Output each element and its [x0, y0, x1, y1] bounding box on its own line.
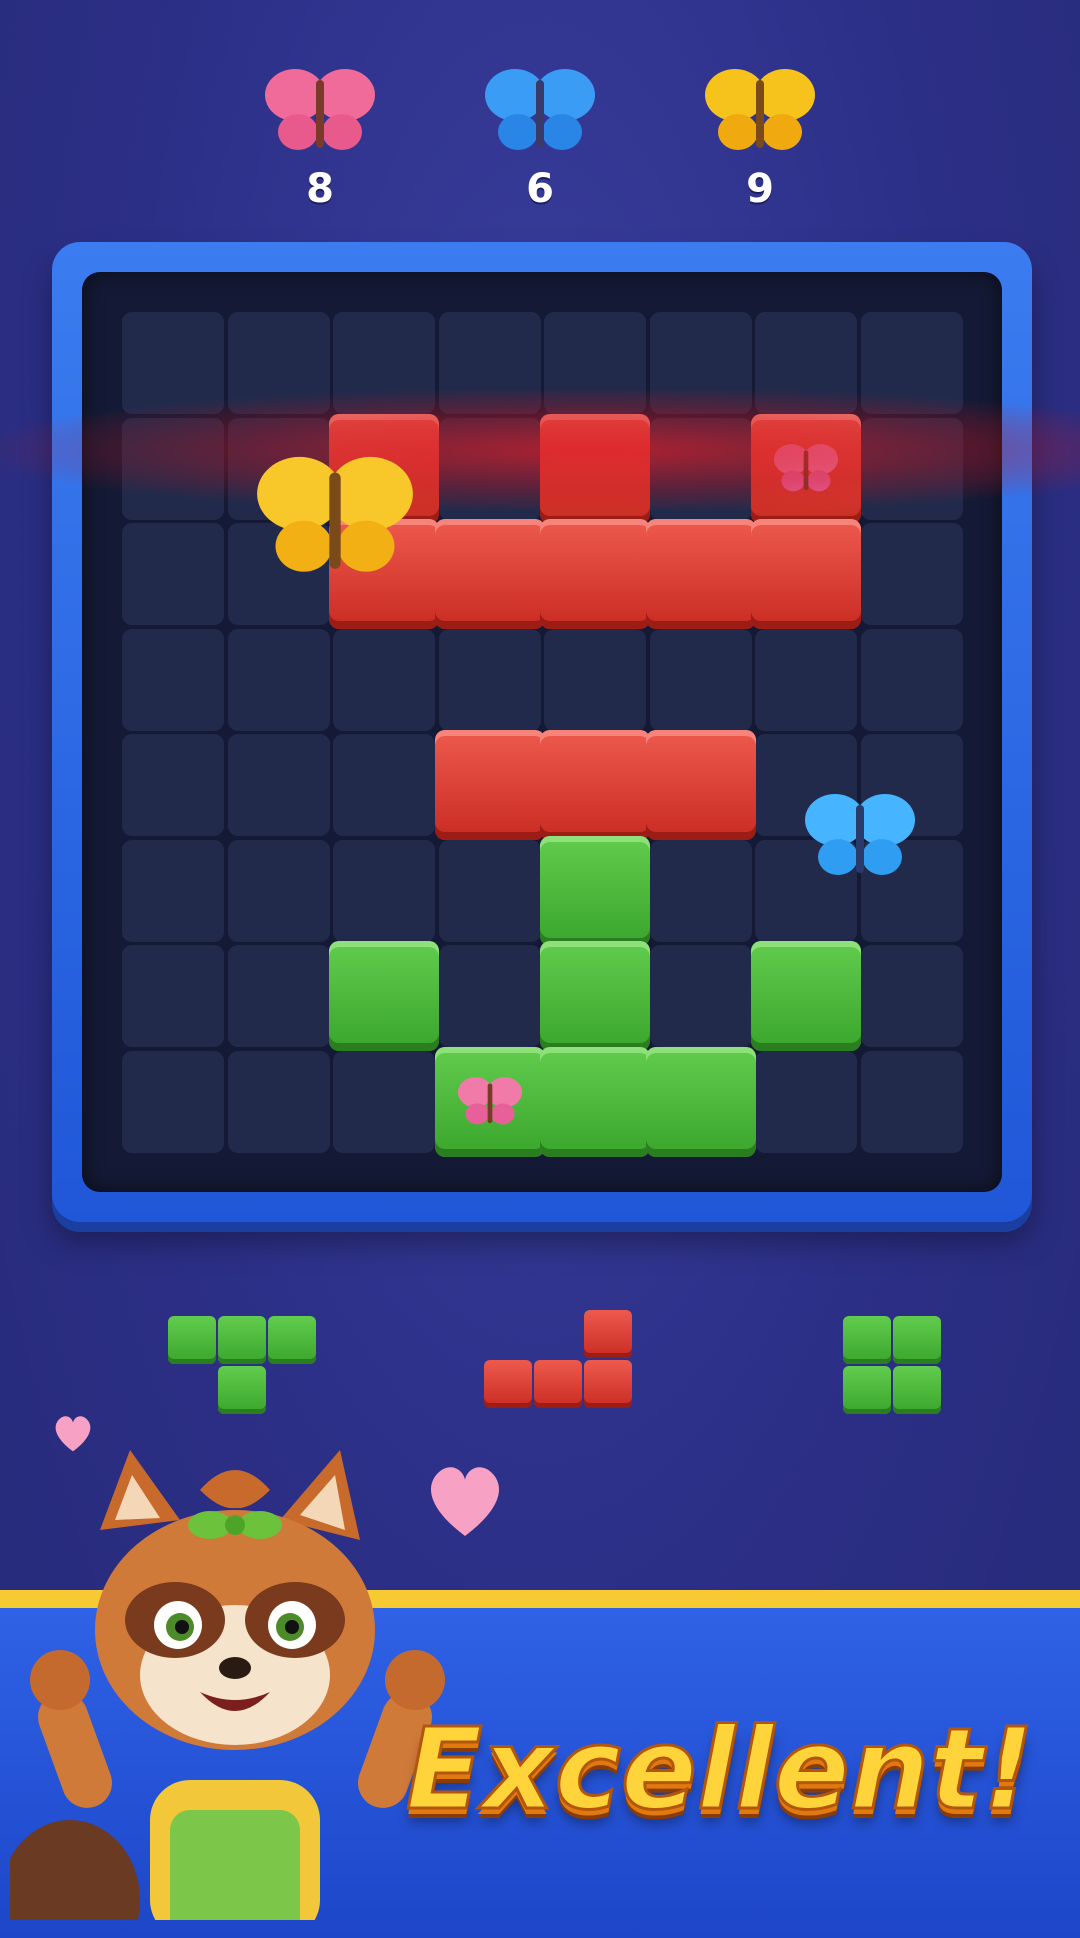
piece-block [843, 1366, 891, 1414]
green-block [540, 1046, 650, 1157]
red-block [540, 730, 650, 840]
board-cell[interactable] [227, 839, 330, 942]
board-cell[interactable] [544, 628, 646, 731]
pink-butterfly-icon [457, 1076, 522, 1124]
board-cell[interactable] [227, 945, 330, 1047]
line-clear-effect [0, 390, 1080, 510]
tray-piece-l[interactable] [484, 1310, 634, 1410]
green-block [434, 1046, 545, 1157]
piece-block [534, 1360, 582, 1408]
green-block [645, 1046, 756, 1157]
board-cell[interactable] [755, 628, 857, 731]
board-cell[interactable] [333, 628, 435, 731]
board-cell[interactable] [755, 1050, 857, 1153]
board-cell[interactable] [227, 628, 330, 731]
blue-butterfly-icon [805, 794, 915, 875]
piece-block [218, 1316, 266, 1364]
goal-count: 8 [306, 166, 334, 212]
tray-piece-square[interactable] [843, 1316, 943, 1416]
piece-block [843, 1316, 891, 1364]
piece-block [584, 1310, 632, 1358]
piece-block [168, 1316, 216, 1364]
piece-block [268, 1316, 316, 1364]
blue-butterfly-icon [485, 69, 595, 150]
goal-pink: 8 [250, 60, 390, 230]
board-cell[interactable] [227, 734, 330, 836]
piece-block [893, 1316, 941, 1364]
board-cell[interactable] [333, 839, 435, 942]
green-block [540, 835, 650, 946]
green-block [540, 941, 650, 1051]
goal-count: 9 [746, 166, 774, 212]
yellow-butterfly-icon [705, 69, 815, 150]
red-block [434, 730, 545, 840]
board-cell[interactable] [333, 734, 435, 836]
board-cell[interactable] [333, 1050, 435, 1153]
board-cell[interactable] [122, 734, 224, 836]
goal-count: 6 [526, 166, 554, 212]
goal-yellow: 9 [690, 60, 830, 230]
red-block [751, 519, 861, 629]
board-cell[interactable] [649, 628, 752, 731]
board-cell[interactable] [860, 1050, 963, 1153]
board-cell[interactable] [860, 523, 963, 625]
red-block [540, 519, 650, 629]
red-block [645, 519, 756, 629]
pink-butterfly-icon [265, 69, 375, 150]
board-cell[interactable] [860, 628, 963, 731]
game-board-frame [52, 242, 1032, 1222]
butterfly-goals: 8 6 9 [0, 60, 1080, 230]
piece-block [584, 1360, 632, 1408]
red-block [645, 730, 756, 840]
board-cell[interactable] [860, 945, 963, 1047]
goal-blue: 6 [470, 60, 610, 230]
green-block [751, 941, 861, 1051]
tray-piece-t[interactable] [168, 1316, 318, 1416]
board-cell[interactable] [122, 1050, 224, 1153]
board-cell[interactable] [438, 628, 541, 731]
raccoon-mascot [10, 1450, 445, 1920]
board-cell[interactable] [227, 1050, 330, 1153]
board-cell[interactable] [438, 945, 541, 1047]
yellow-butterfly-icon [257, 456, 413, 572]
excellent-banner-text: Excellent! [404, 1704, 1035, 1837]
board-cell[interactable] [649, 839, 752, 942]
piece-tray [0, 1300, 1080, 1440]
board-cell[interactable] [122, 839, 224, 942]
green-block [329, 941, 439, 1051]
piece-block [218, 1366, 266, 1414]
board-cell[interactable] [122, 523, 224, 625]
piece-block [484, 1360, 532, 1408]
board-cell[interactable] [649, 945, 752, 1047]
piece-block [893, 1366, 941, 1414]
red-block [434, 519, 545, 629]
board-cell[interactable] [122, 945, 224, 1047]
board-cell[interactable] [438, 839, 541, 942]
board-cell[interactable] [122, 628, 224, 731]
